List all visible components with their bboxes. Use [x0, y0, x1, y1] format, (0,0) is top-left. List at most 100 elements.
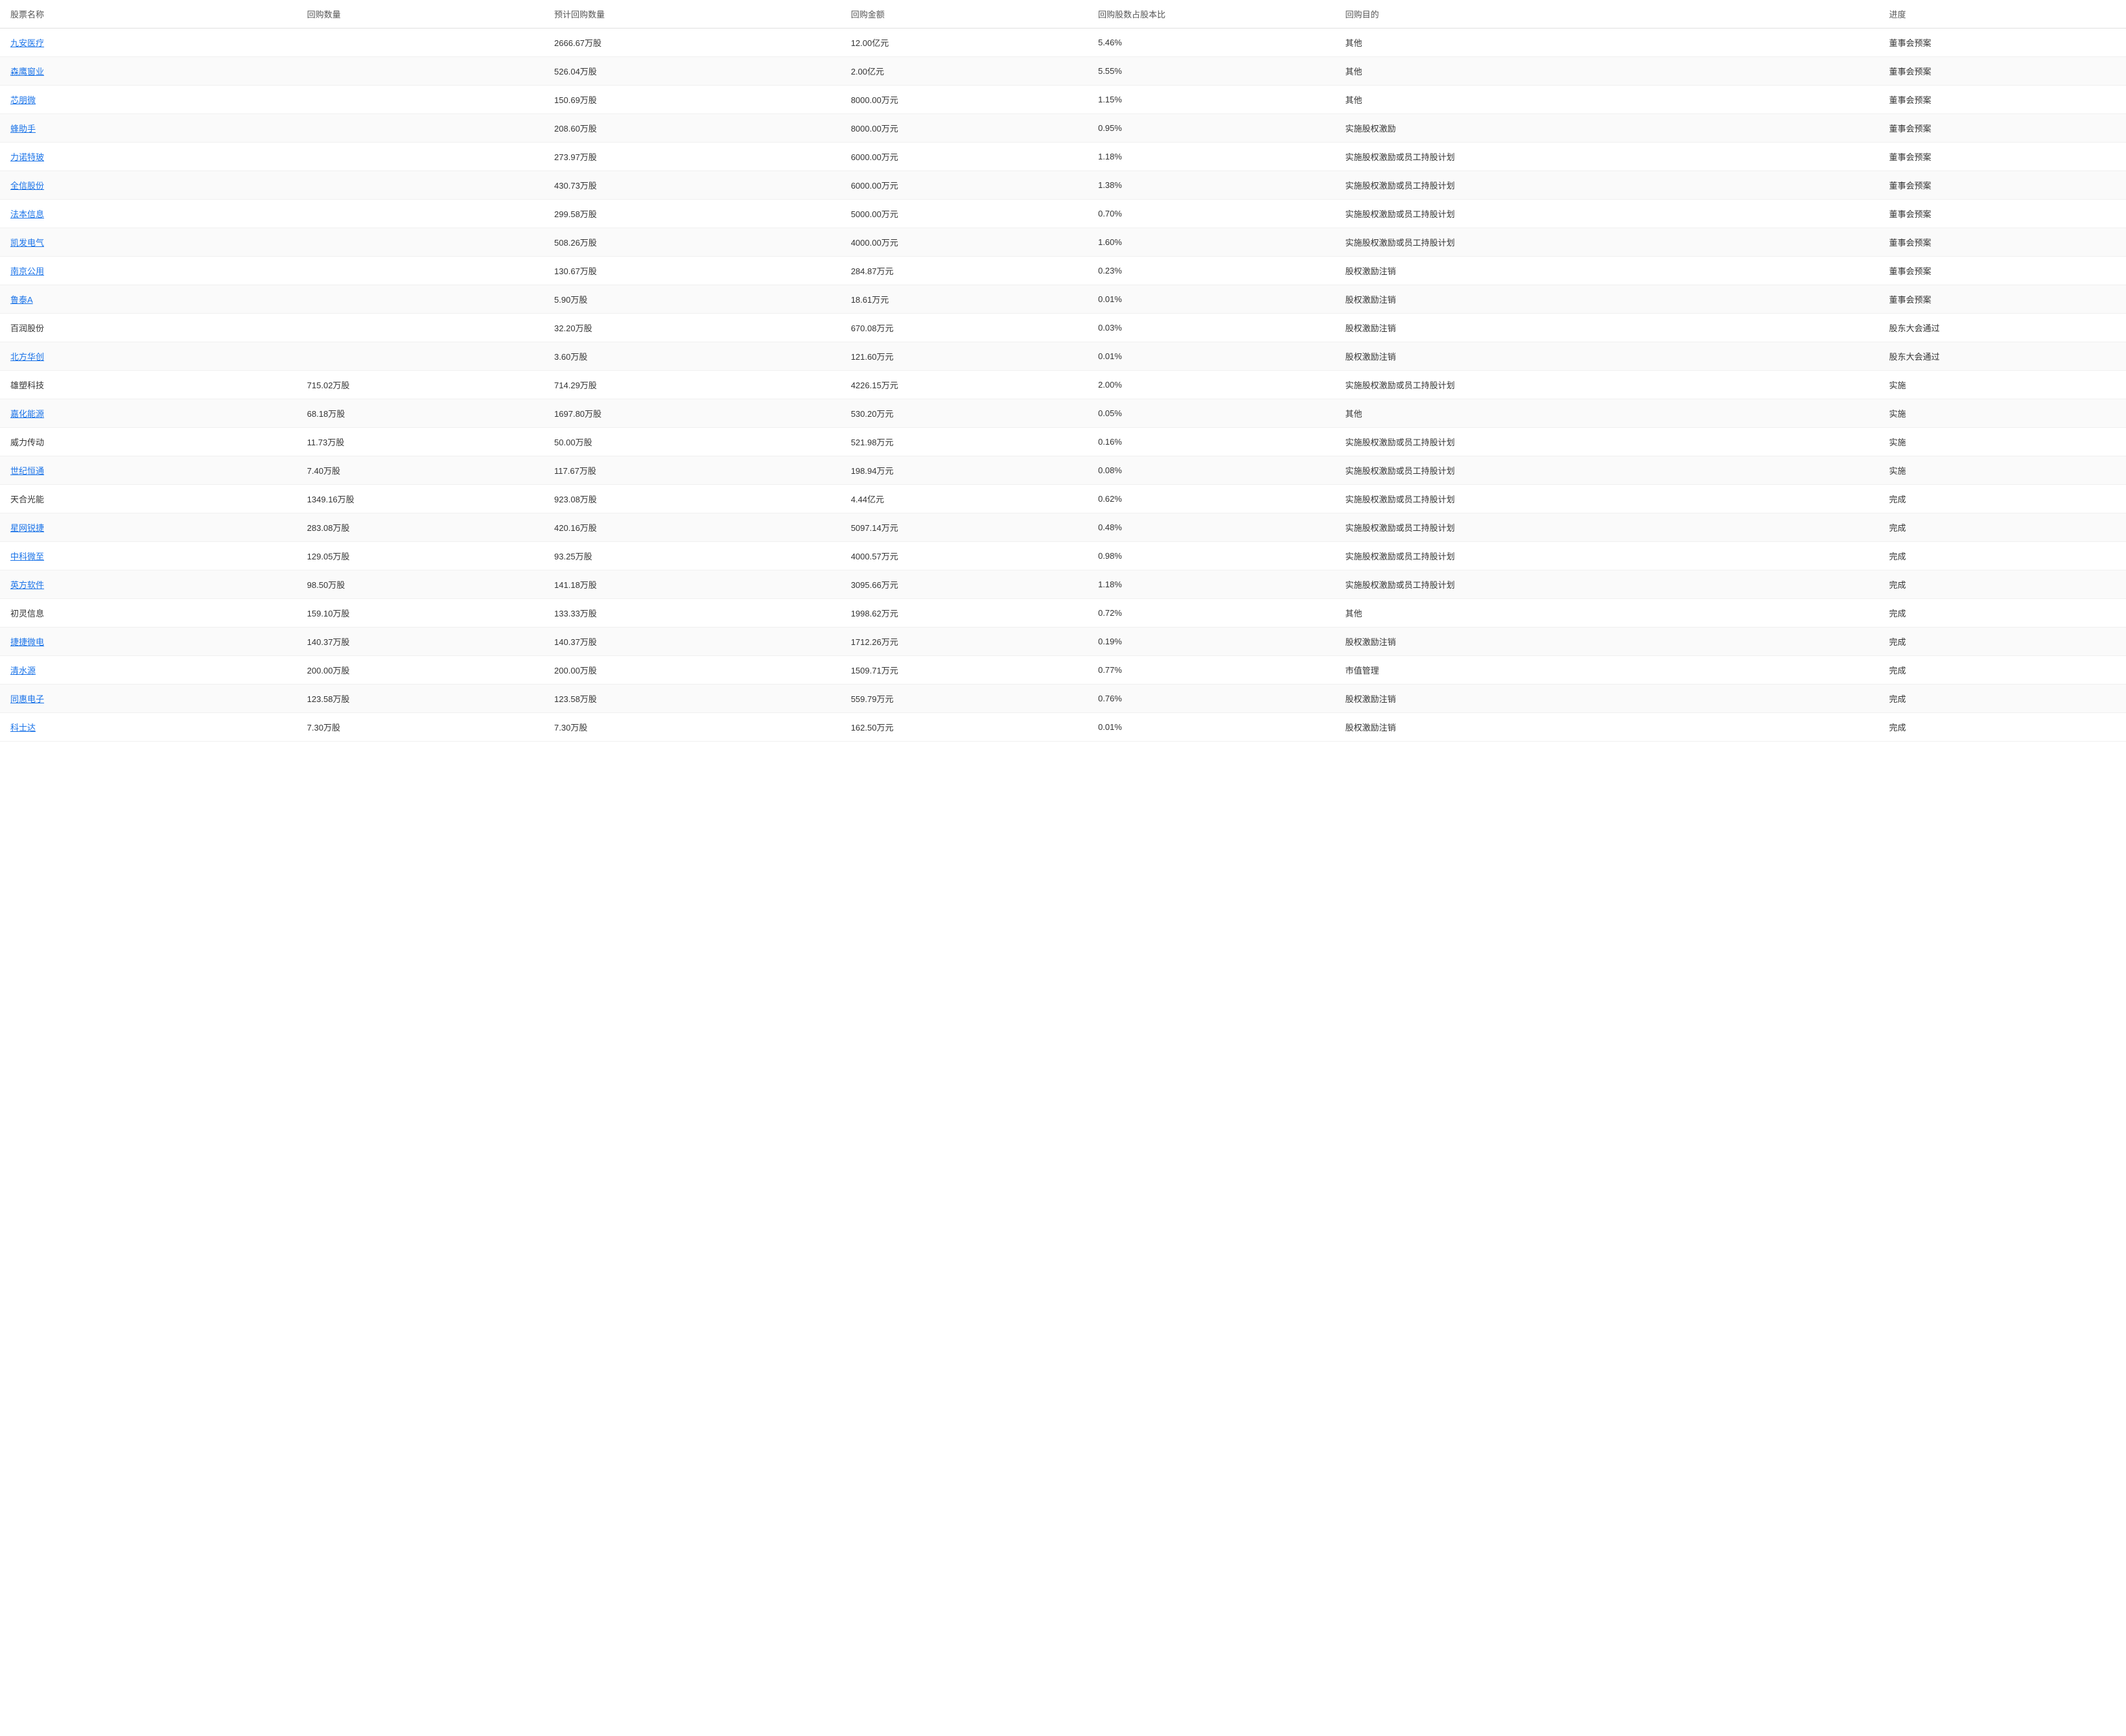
col-header-name: 股票名称: [0, 0, 297, 29]
stock-name-cell: 百润股份: [0, 314, 297, 342]
stock-name-cell[interactable]: 北方华创: [0, 342, 297, 371]
table-row: 初灵信息159.10万股133.33万股1998.62万元0.72%其他完成: [0, 599, 2126, 628]
table-row: 九安医疗2666.67万股12.00亿元5.46%其他董事会预案: [0, 29, 2126, 57]
pct-cell: 1.15%: [1088, 86, 1335, 114]
buyback-qty-cell: 129.05万股: [297, 542, 544, 570]
stock-name-cell[interactable]: 蜂助手: [0, 114, 297, 143]
buyback-qty-cell: [297, 86, 544, 114]
purpose-cell: 实施股权激励或员工持股计划: [1335, 200, 1878, 228]
progress-cell: 实施: [1879, 399, 2126, 428]
buyback-qty-cell: [297, 285, 544, 314]
planned-qty-cell: 150.69万股: [544, 86, 841, 114]
amount-cell: 8000.00万元: [841, 114, 1088, 143]
pct-cell: 0.72%: [1088, 599, 1335, 628]
stock-name-cell[interactable]: 世纪恒通: [0, 456, 297, 485]
planned-qty-cell: 32.20万股: [544, 314, 841, 342]
pct-cell: 0.76%: [1088, 685, 1335, 713]
planned-qty-cell: 273.97万股: [544, 143, 841, 171]
table-row: 嘉化能源68.18万股1697.80万股530.20万元0.05%其他实施: [0, 399, 2126, 428]
pct-cell: 1.38%: [1088, 171, 1335, 200]
buyback-qty-cell: 68.18万股: [297, 399, 544, 428]
progress-cell: 股东大会通过: [1879, 314, 2126, 342]
stock-name-cell[interactable]: 英方软件: [0, 570, 297, 599]
buyback-qty-cell: [297, 342, 544, 371]
pct-cell: 0.62%: [1088, 485, 1335, 513]
stock-name-cell[interactable]: 科士达: [0, 713, 297, 742]
stock-name-cell[interactable]: 森鹰窗业: [0, 57, 297, 86]
stock-name-cell[interactable]: 星网锐捷: [0, 513, 297, 542]
progress-cell: 完成: [1879, 685, 2126, 713]
stock-name-cell[interactable]: 芯朋微: [0, 86, 297, 114]
stock-name-cell: 雄塑科技: [0, 371, 297, 399]
planned-qty-cell: 117.67万股: [544, 456, 841, 485]
main-table-container: 股票名称 回购数量 预计回购数量 回购金额 回购股数占股本比 回购目的 进度 九…: [0, 0, 2126, 742]
buyback-qty-cell: 11.73万股: [297, 428, 544, 456]
buyback-qty-cell: 1349.16万股: [297, 485, 544, 513]
progress-cell: 完成: [1879, 628, 2126, 656]
buyback-qty-cell: [297, 257, 544, 285]
stock-name-cell[interactable]: 同惠电子: [0, 685, 297, 713]
planned-qty-cell: 7.30万股: [544, 713, 841, 742]
amount-cell: 8000.00万元: [841, 86, 1088, 114]
purpose-cell: 其他: [1335, 399, 1878, 428]
pct-cell: 1.18%: [1088, 570, 1335, 599]
amount-cell: 198.94万元: [841, 456, 1088, 485]
stock-name-cell[interactable]: 中科微至: [0, 542, 297, 570]
table-row: 森鹰窗业526.04万股2.00亿元5.55%其他董事会预案: [0, 57, 2126, 86]
col-header-pct: 回购股数占股本比: [1088, 0, 1335, 29]
table-row: 全信股份430.73万股6000.00万元1.38%实施股权激励或员工持股计划董…: [0, 171, 2126, 200]
purpose-cell: 股权激励注销: [1335, 685, 1878, 713]
buyback-qty-cell: [297, 314, 544, 342]
stock-name-cell[interactable]: 嘉化能源: [0, 399, 297, 428]
table-row: 百润股份32.20万股670.08万元0.03%股权激励注销股东大会通过: [0, 314, 2126, 342]
stock-name-cell[interactable]: 南京公用: [0, 257, 297, 285]
planned-qty-cell: 526.04万股: [544, 57, 841, 86]
planned-qty-cell: 714.29万股: [544, 371, 841, 399]
progress-cell: 董事会预案: [1879, 57, 2126, 86]
stock-name-cell: 初灵信息: [0, 599, 297, 628]
buyback-qty-cell: 200.00万股: [297, 656, 544, 685]
purpose-cell: 其他: [1335, 599, 1878, 628]
buyback-qty-cell: 715.02万股: [297, 371, 544, 399]
buyback-qty-cell: [297, 57, 544, 86]
amount-cell: 4226.15万元: [841, 371, 1088, 399]
pct-cell: 1.18%: [1088, 143, 1335, 171]
planned-qty-cell: 93.25万股: [544, 542, 841, 570]
table-row: 捷捷微电140.37万股140.37万股1712.26万元0.19%股权激励注销…: [0, 628, 2126, 656]
purpose-cell: 实施股权激励或员工持股计划: [1335, 513, 1878, 542]
pct-cell: 0.08%: [1088, 456, 1335, 485]
progress-cell: 完成: [1879, 570, 2126, 599]
planned-qty-cell: 5.90万股: [544, 285, 841, 314]
buyback-qty-cell: 7.30万股: [297, 713, 544, 742]
amount-cell: 162.50万元: [841, 713, 1088, 742]
progress-cell: 董事会预案: [1879, 228, 2126, 257]
planned-qty-cell: 299.58万股: [544, 200, 841, 228]
stock-name-cell[interactable]: 全信股份: [0, 171, 297, 200]
table-row: 北方华创3.60万股121.60万元0.01%股权激励注销股东大会通过: [0, 342, 2126, 371]
table-row: 力诺特玻273.97万股6000.00万元1.18%实施股权激励或员工持股计划董…: [0, 143, 2126, 171]
amount-cell: 5097.14万元: [841, 513, 1088, 542]
purpose-cell: 实施股权激励或员工持股计划: [1335, 428, 1878, 456]
planned-qty-cell: 208.60万股: [544, 114, 841, 143]
stock-name-cell[interactable]: 凯发电气: [0, 228, 297, 257]
stock-name-cell[interactable]: 鲁泰A: [0, 285, 297, 314]
pct-cell: 0.01%: [1088, 342, 1335, 371]
stock-name-cell[interactable]: 捷捷微电: [0, 628, 297, 656]
amount-cell: 6000.00万元: [841, 143, 1088, 171]
pct-cell: 0.23%: [1088, 257, 1335, 285]
table-row: 威力传动11.73万股50.00万股521.98万元0.16%实施股权激励或员工…: [0, 428, 2126, 456]
planned-qty-cell: 420.16万股: [544, 513, 841, 542]
buyback-qty-cell: [297, 29, 544, 57]
col-header-progress: 进度: [1879, 0, 2126, 29]
table-row: 中科微至129.05万股93.25万股4000.57万元0.98%实施股权激励或…: [0, 542, 2126, 570]
buyback-qty-cell: 140.37万股: [297, 628, 544, 656]
pct-cell: 0.95%: [1088, 114, 1335, 143]
stock-name-cell[interactable]: 九安医疗: [0, 29, 297, 57]
table-row: 英方软件98.50万股141.18万股3095.66万元1.18%实施股权激励或…: [0, 570, 2126, 599]
planned-qty-cell: 430.73万股: [544, 171, 841, 200]
stock-name-cell[interactable]: 力诺特玻: [0, 143, 297, 171]
stock-name-cell[interactable]: 清水源: [0, 656, 297, 685]
stock-name-cell[interactable]: 法本信息: [0, 200, 297, 228]
table-row: 同惠电子123.58万股123.58万股559.79万元0.76%股权激励注销完…: [0, 685, 2126, 713]
progress-cell: 实施: [1879, 371, 2126, 399]
